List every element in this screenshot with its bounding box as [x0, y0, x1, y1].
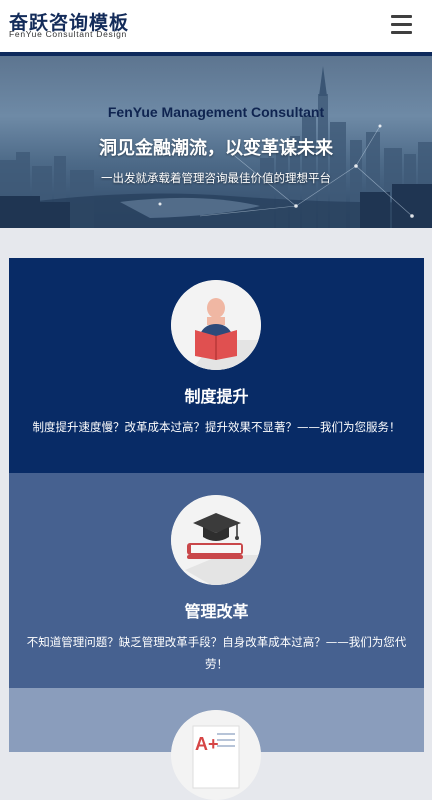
- hero-description: 一出发就承载着管理咨询最佳价值的理想平台: [101, 171, 331, 185]
- service-title: 制度提升: [184, 387, 249, 406]
- service-card-system-upgrade[interactable]: 制度提升 制度提升速度慢？改革成本过高？提升效果不显著？——我们为您服务！: [9, 258, 424, 473]
- service-title: 管理改革: [184, 602, 249, 621]
- hamburger-menu-icon[interactable]: [391, 15, 413, 37]
- hero-title-en: FenYue Management Consultant: [107, 104, 325, 120]
- service-card-third[interactable]: A+: [9, 688, 424, 800]
- hero-banner: FenYue Management Consultant 洞见金融潮流，以变革谋…: [0, 56, 432, 228]
- graduation-cap-books-icon: [171, 495, 261, 585]
- reading-person-icon: [171, 280, 261, 370]
- site-header: 奋跃咨询模板 FenYue Consultant Design: [0, 0, 432, 52]
- service-card-management-reform[interactable]: 管理改革 不知道管理问题？缺乏管理改革手段？自身改革成本过高？——我们为您代劳！: [9, 473, 424, 688]
- grade-report-icon: A+: [171, 710, 261, 800]
- logo-subtitle: FenYue Consultant Design: [9, 29, 127, 39]
- hero-title-cn: 洞见金融潮流，以变革谋未来: [99, 138, 333, 159]
- service-description: 不知道管理问题？缺乏管理改革手段？自身改革成本过高？——我们为您代劳！: [26, 635, 407, 671]
- service-description: 制度提升速度慢？改革成本过高？提升效果不显著？——我们为您服务！: [32, 420, 401, 434]
- svg-text:A+: A+: [195, 734, 219, 754]
